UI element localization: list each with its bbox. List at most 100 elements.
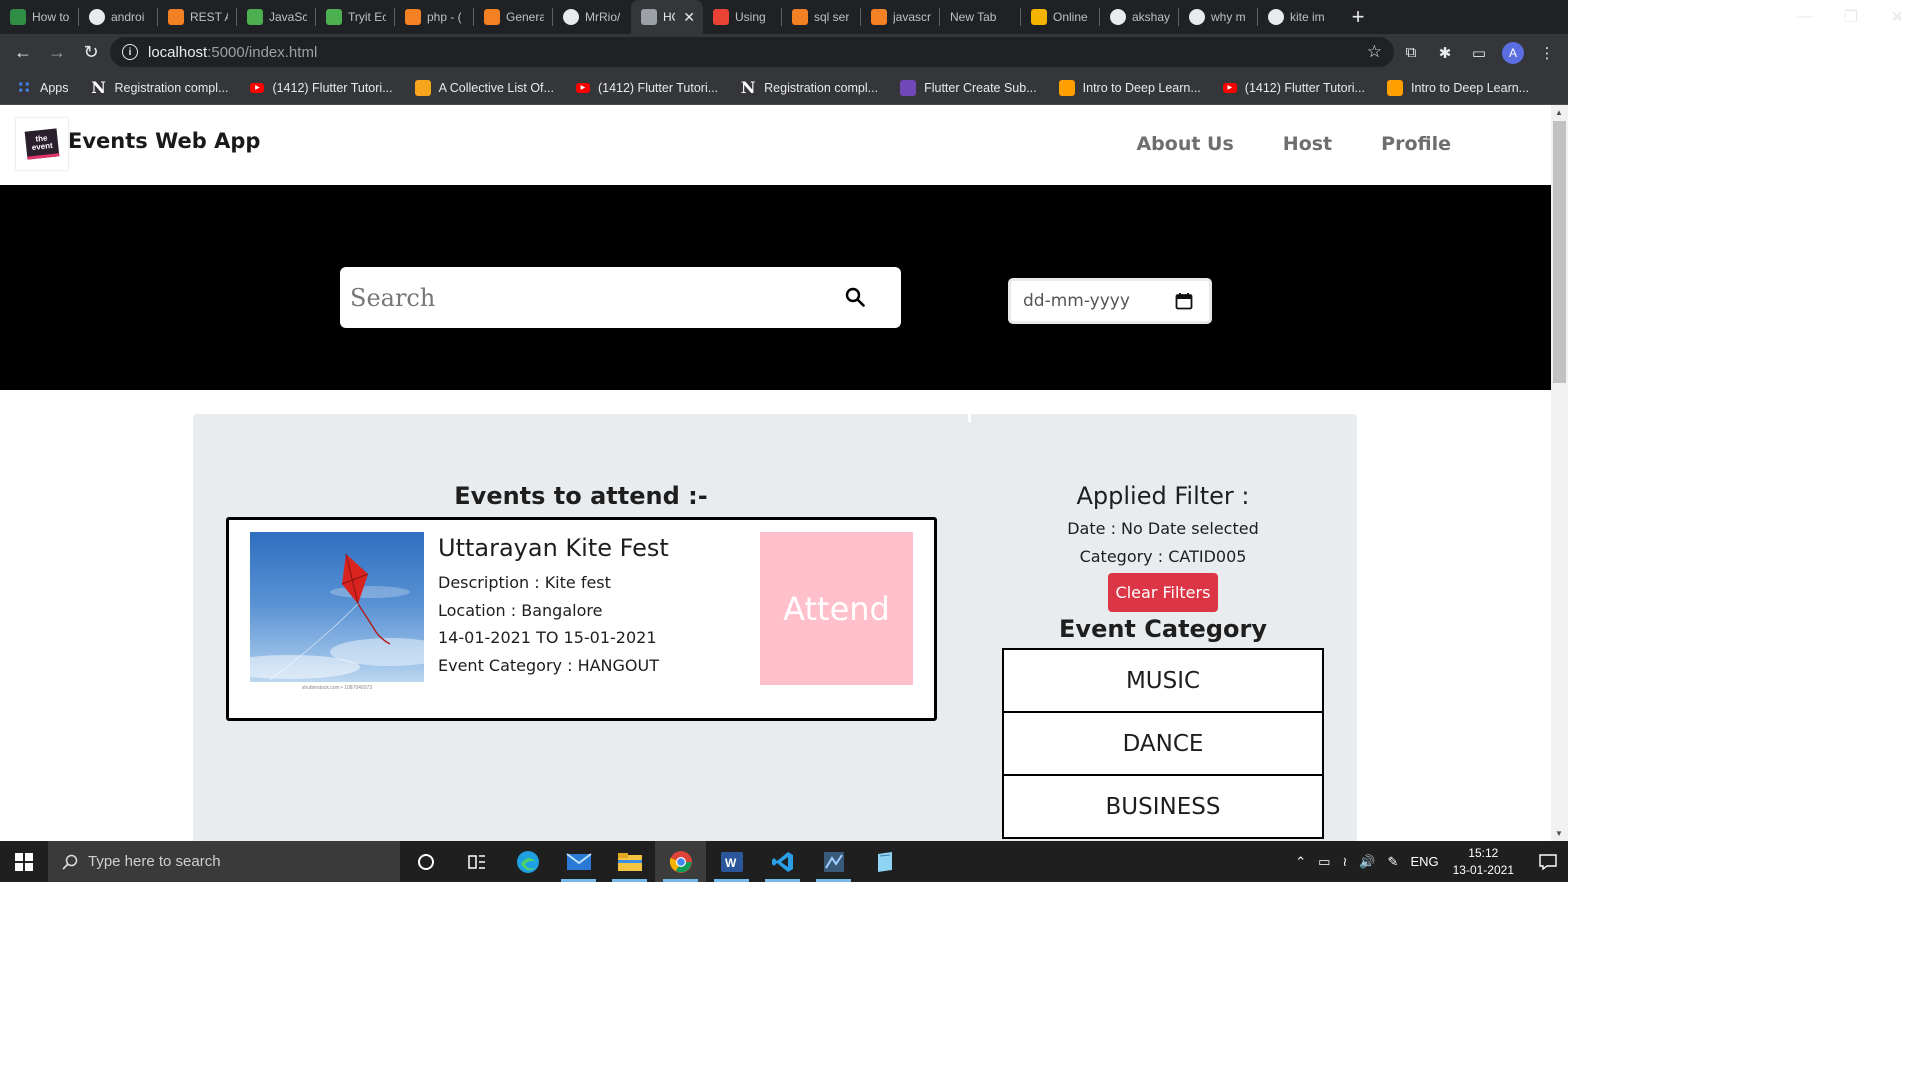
nav-profile[interactable]: Profile <box>1381 133 1451 155</box>
pen-icon[interactable]: ✎ <box>1388 854 1399 870</box>
page-scrollbar[interactable]: ▲ ▼ <box>1551 105 1568 841</box>
date-input[interactable]: dd-mm-yyyy <box>1008 278 1212 324</box>
task-view-icon[interactable] <box>451 841 502 882</box>
scrollbar-thumb[interactable] <box>1553 121 1566 383</box>
bookmark-label: Intro to Deep Learn... <box>1082 80 1201 95</box>
calendar-icon[interactable] <box>1175 292 1193 310</box>
wifi-icon[interactable]: ≀ <box>1342 854 1347 870</box>
menu-kebab-icon[interactable]: ⋮ <box>1536 42 1558 64</box>
tab-close-icon[interactable]: ✕ <box>683 9 695 26</box>
address-bar[interactable]: i localhost:5000/index.html ☆ <box>110 37 1394 67</box>
bookmark-star-icon[interactable]: ☆ <box>1367 42 1382 62</box>
page-viewport: the event Events Web App About Us Host Pr… <box>0 105 1551 841</box>
edge-icon[interactable] <box>502 841 553 882</box>
browser-tab[interactable]: javascr <box>861 0 939 34</box>
browser-tab[interactable]: New Tab <box>940 0 1020 34</box>
stackoverflow-icon <box>168 9 184 25</box>
browser-tab[interactable]: HO ✕ <box>631 0 703 34</box>
search-input[interactable] <box>350 283 830 312</box>
bookmark-item[interactable]: ∷ Apps <box>16 80 68 97</box>
browser-tab[interactable]: androi <box>79 0 157 34</box>
forward-icon[interactable]: → <box>40 36 74 70</box>
bookmark-label: (1412) Flutter Tutori... <box>1244 80 1365 95</box>
bookmarks-overflow-icon[interactable]: » <box>1894 8 1902 24</box>
browser-tab[interactable]: php - ( <box>395 0 473 34</box>
geeks-icon <box>10 9 26 25</box>
search-icon[interactable] <box>845 287 865 307</box>
scroll-down-icon[interactable]: ▼ <box>1555 829 1563 838</box>
browser-tab[interactable]: Tryit Ec <box>316 0 394 34</box>
bookmark-item[interactable]: N Registration compl... <box>740 78 878 97</box>
windows-start-icon[interactable] <box>0 841 48 882</box>
back-icon[interactable]: ← <box>6 36 40 70</box>
bookmark-item[interactable]: N Registration compl... <box>90 78 228 97</box>
app-icon[interactable] <box>808 841 859 882</box>
battery-icon[interactable]: ▭ <box>1318 854 1330 870</box>
w3schools-icon <box>247 9 263 25</box>
bookmark-item[interactable]: ▶ (1412) Flutter Tutori... <box>1222 80 1365 95</box>
browser-tab[interactable]: How to <box>0 0 78 34</box>
slides-icon <box>1031 9 1047 25</box>
notifications-icon[interactable] <box>1528 841 1568 882</box>
cortana-icon[interactable] <box>400 841 451 882</box>
category-item-music[interactable]: MUSIC <box>1002 648 1324 713</box>
brand-title[interactable]: Events Web App <box>68 129 260 153</box>
vscode-icon[interactable] <box>757 841 808 882</box>
clock[interactable]: 15:12 13-01-2021 <box>1453 845 1514 879</box>
language-indicator[interactable]: ENG <box>1410 854 1438 869</box>
bookmark-item[interactable]: Intro to Deep Learn... <box>1058 79 1201 96</box>
volume-icon[interactable]: 🔊 <box>1359 854 1375 870</box>
file-explorer-icon[interactable] <box>604 841 655 882</box>
tab-title: JavaSc <box>269 10 307 24</box>
mail-icon[interactable] <box>553 841 604 882</box>
tab-title: sql ser <box>814 10 850 24</box>
browser-tab[interactable]: JavaSc <box>237 0 315 34</box>
firebase-icon <box>1058 79 1075 96</box>
reload-icon[interactable]: ↻ <box>74 36 108 70</box>
firebase-icon <box>1386 79 1403 96</box>
browser-tab[interactable]: REST A <box>158 0 236 34</box>
youtube-icon: ▶ <box>575 82 590 93</box>
extensions-icon[interactable]: ✱ <box>1434 42 1456 64</box>
category-item-dance[interactable]: DANCE <box>1002 711 1324 776</box>
browser-tab[interactable]: akshay <box>1100 0 1178 34</box>
tray-chevron-icon[interactable]: ⌃ <box>1295 854 1306 870</box>
bookmark-item[interactable]: A Collective List Of... <box>414 79 554 96</box>
content-panel: Events to attend :- shutterstock.com • 1… <box>193 414 1357 841</box>
event-category: Event Category : HANGOUT <box>438 656 659 675</box>
browser-tab[interactable]: kite im <box>1258 0 1336 34</box>
restore-icon[interactable]: ❐ <box>1828 0 1874 34</box>
scroll-up-icon[interactable]: ▲ <box>1555 108 1563 117</box>
notepad-icon[interactable] <box>859 841 910 882</box>
bookmark-item[interactable]: ▶ (1412) Flutter Tutori... <box>250 81 393 95</box>
browser-tab[interactable]: MrRio/ <box>553 0 631 34</box>
nav-host[interactable]: Host <box>1283 133 1332 155</box>
event-location: Location : Bangalore <box>438 601 603 620</box>
category-item-business[interactable]: BUSINESS <box>1002 774 1324 839</box>
site-info-icon[interactable]: i <box>122 44 138 60</box>
browser-tab[interactable]: Online <box>1021 0 1099 34</box>
bookmark-item[interactable]: Flutter Create Sub... <box>900 79 1037 96</box>
cast-icon[interactable]: ▭ <box>1468 42 1490 64</box>
minimize-icon[interactable]: — <box>1782 0 1828 34</box>
bookmarks-bar: ∷ Apps N Registration compl... ▶ (1412) Flutt… <box>0 71 1568 105</box>
filter-column: Applied Filter : Date : No Date selected… <box>969 414 1357 841</box>
screenshot-icon[interactable]: ⧉ <box>1400 42 1422 64</box>
taskbar-search[interactable]: Type here to search <box>48 841 400 882</box>
browser-tab[interactable]: why m <box>1179 0 1257 34</box>
new-tab-icon[interactable]: + <box>1344 3 1372 31</box>
nav-about-us[interactable]: About Us <box>1136 133 1233 155</box>
system-tray: ⌃ ▭ ≀ 🔊 ✎ ENG 15:12 13-01-2021 <box>1289 841 1568 882</box>
bookmark-item[interactable]: ▶ (1412) Flutter Tutori... <box>575 81 718 95</box>
bookmark-item[interactable]: Intro to Deep Learn... <box>1386 79 1529 96</box>
attend-button[interactable]: Attend <box>760 532 913 685</box>
browser-tab[interactable]: Genera <box>474 0 552 34</box>
site-logo[interactable]: the event <box>16 118 68 170</box>
tab-title: HO <box>663 10 675 24</box>
chrome-icon[interactable] <box>655 841 706 882</box>
browser-tab[interactable]: Using <box>703 0 781 34</box>
profile-avatar[interactable]: A <box>1502 41 1524 64</box>
word-icon[interactable]: W <box>706 841 757 882</box>
clear-filters-button[interactable]: Clear Filters <box>1108 573 1218 612</box>
browser-tab[interactable]: sql ser <box>782 0 860 34</box>
